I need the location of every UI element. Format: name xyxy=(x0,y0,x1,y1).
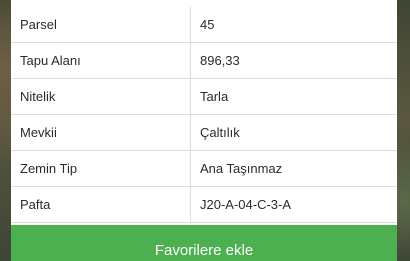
row-label: Tapu Alanı xyxy=(11,43,191,78)
table-row-tapu-alani: Tapu Alanı 896,33 xyxy=(11,43,397,79)
row-label: Nitelik xyxy=(11,79,191,114)
row-value: Tarla xyxy=(200,89,229,104)
row-label: Parsel xyxy=(11,7,191,42)
row-value: Çaltılık xyxy=(200,125,240,140)
row-value: Ana Taşınmaz xyxy=(200,161,283,176)
table-row-mevkii: Mevkii Çaltılık xyxy=(11,115,397,151)
parcel-info-card: Parsel 45 Tapu Alanı 896,33 Nitelik Tarl… xyxy=(11,0,397,261)
table-row-parsel: Parsel 45 xyxy=(11,0,397,43)
table-row-nitelik: Nitelik Tarla xyxy=(11,79,397,115)
row-value: J20-A-04-C-3-A xyxy=(200,197,292,212)
table-row-pafta: Pafta J20-A-04-C-3-A xyxy=(11,187,397,223)
table-row-zemin-tip: Zemin Tip Ana Taşınmaz xyxy=(11,151,397,187)
row-value: 45 xyxy=(200,17,215,32)
parcel-details-table: Parsel 45 Tapu Alanı 896,33 Nitelik Tarl… xyxy=(11,0,397,223)
row-label: Pafta xyxy=(11,187,191,222)
row-label: Mevkii xyxy=(11,115,191,150)
screen: Parsel 45 Tapu Alanı 896,33 Nitelik Tarl… xyxy=(0,0,410,261)
add-to-favorites-button[interactable]: Favorilere ekle xyxy=(11,225,397,261)
row-value: 896,33 xyxy=(200,53,240,68)
row-label: Zemin Tip xyxy=(11,151,191,186)
